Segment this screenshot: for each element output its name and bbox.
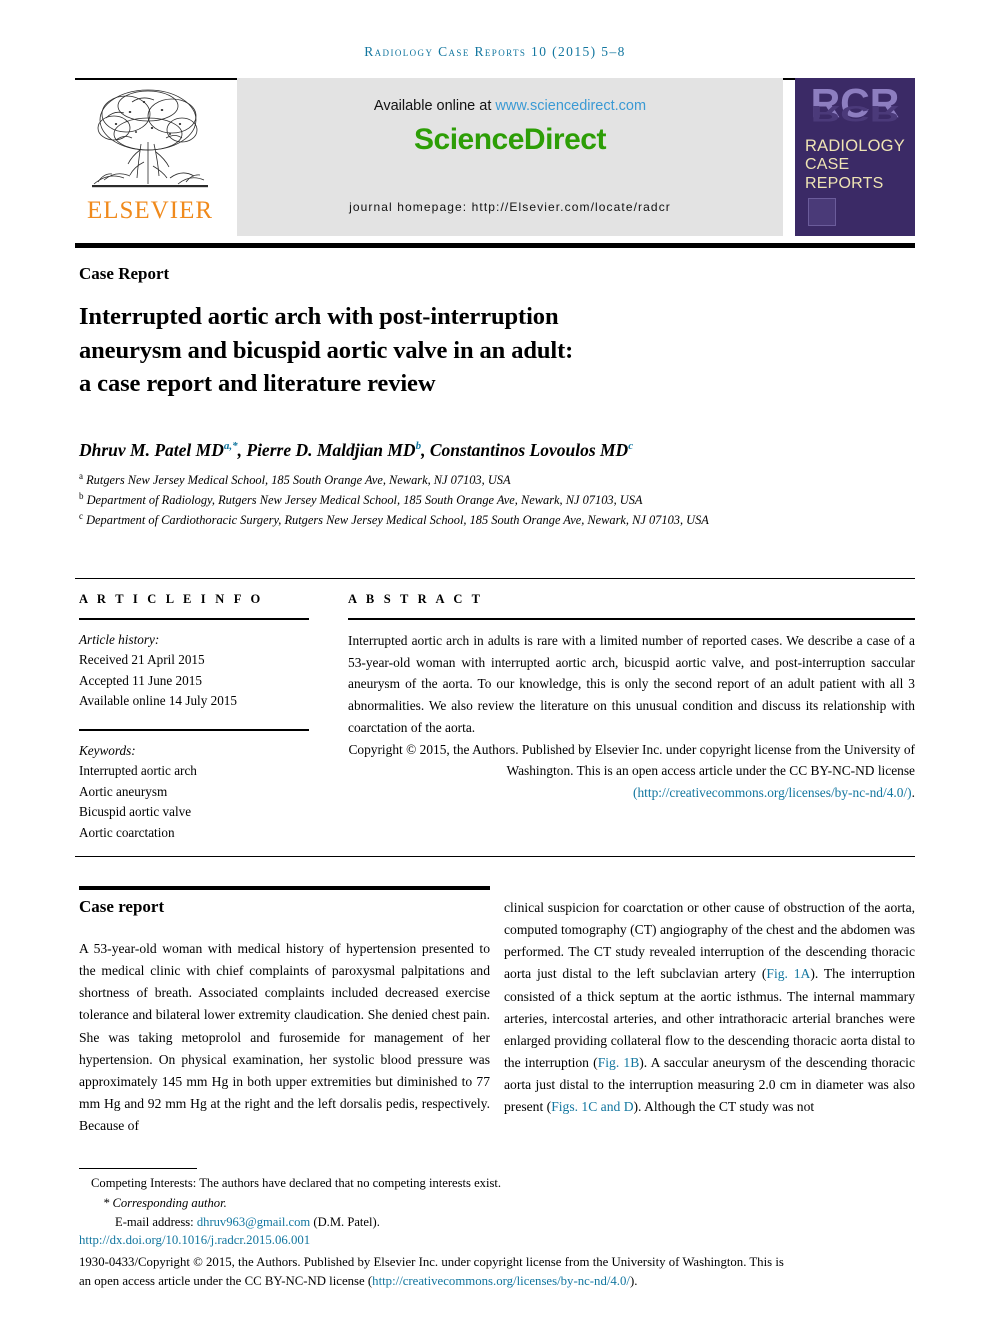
author-1: Dhruv M. Patel MDa,*	[79, 440, 238, 460]
corresponding-star-marker: *	[103, 1195, 110, 1210]
available-online-line: Available online at www.sciencedirect.co…	[374, 98, 646, 114]
body-column-left: A 53-year-old woman with medical history…	[79, 938, 490, 1137]
affiliation-b-marker: b	[79, 490, 84, 501]
abstract-copyright-period: .	[911, 784, 915, 800]
figure-ref-1a-link[interactable]: Fig. 1A	[766, 966, 810, 981]
doi-link[interactable]: http://dx.doi.org/10.1016/j.radcr.2015.0…	[79, 1233, 310, 1248]
footer-cc-license-link[interactable]: http://creativecommons.org/licenses/by-n…	[372, 1274, 630, 1288]
author-2: Pierre D. Maldjian MDb	[246, 440, 421, 460]
keyword-item: Aortic aneurysm	[79, 783, 168, 799]
author-1-affil-marker: a,	[223, 440, 233, 453]
abstract-column: A B S T R A C T Interrupted aortic arch …	[348, 592, 915, 804]
footer-copyright-line-1: 1930-0433/Copyright © 2015, the Authors.…	[79, 1255, 784, 1269]
footer-copyright-line-2-pre: an open access article under the CC BY-N…	[79, 1274, 373, 1289]
figure-ref-1cd-link[interactable]: Figs. 1C and D	[551, 1099, 633, 1114]
running-head: Radiology Case Reports 10 (2015) 5–8	[364, 44, 626, 59]
case-report-heading: Case report	[79, 897, 165, 916]
author-3: Constantinos Lovoulos MDc	[430, 440, 633, 460]
abstract-label: A B S T R A C T	[348, 592, 484, 606]
title-line-1: Interrupted aortic arch with post-interr…	[79, 303, 559, 330]
masthead-bottom-rule	[75, 243, 915, 248]
article-accepted-date: Accepted 11 June 2015	[79, 672, 202, 688]
article-type-kicker: Case Report	[79, 264, 170, 283]
affiliation-b: b Department of Radiology, Rutgers New J…	[79, 490, 839, 510]
title-line-3: a case report and literature review	[79, 370, 436, 398]
body-left-paragraph: A 53-year-old woman with medical history…	[79, 941, 490, 1134]
cover-title-line2: CASE	[805, 156, 850, 174]
article-page: Radiology Case Reports 10 (2015) 5–8 ELS…	[0, 0, 990, 1320]
affiliation-a-marker: a	[79, 471, 83, 481]
affiliation-list: a Rutgers New Jersey Medical School, 185…	[79, 470, 839, 530]
article-info-column: A R T I C L E I N F O Article history: R…	[79, 592, 309, 843]
footnote-block: Competing Interests: The authors have de…	[79, 1174, 919, 1233]
sciencedirect-url-link[interactable]: www.sciencedirect.com	[495, 98, 646, 114]
email-link[interactable]: dhruv963@gmail.com	[197, 1215, 310, 1229]
cover-title-line1: RADIOLOGY	[805, 137, 905, 155]
cover-elsevier-mark-icon	[808, 198, 836, 226]
affiliation-a: a Rutgers New Jersey Medical School, 185…	[79, 470, 839, 490]
footer-copyright-line-2: an open access article under the CC BY-N…	[79, 1272, 915, 1291]
email-note: E-mail address: dhruv963@gmail.com (D.M.…	[79, 1213, 919, 1233]
keyword-item: Bicuspid aortic valve	[79, 804, 192, 820]
sciencedirect-banner: Available online at www.sciencedirect.co…	[237, 78, 783, 236]
keyword-item: Interrupted aortic arch	[79, 763, 197, 779]
cover-title: RADIOLOGY CASE REPORTS	[805, 137, 905, 194]
cover-title-line3: REPORTS	[805, 175, 884, 193]
info-section-top-rule	[75, 578, 915, 579]
affiliation-c-marker: c	[79, 510, 83, 521]
affiliation-a-text: Rutgers New Jersey Medical School, 185 S…	[86, 473, 511, 488]
sciencedirect-wordmark: ScienceDirect	[414, 123, 606, 156]
author-3-name: Constantinos Lovoulos MD	[429, 440, 629, 460]
title-line-2: aneurysm and bicuspid aortic valve in an…	[79, 336, 574, 364]
article-info-rule	[79, 618, 309, 620]
email-suffix: (D.M. Patel).	[310, 1215, 380, 1230]
corresponding-author-text: Corresponding author.	[112, 1195, 227, 1210]
footnote-rule	[79, 1168, 197, 1169]
cc-license-link[interactable]: (http://creativecommons.org/licenses/by-…	[633, 785, 912, 800]
available-online-prefix: Available online at	[373, 98, 496, 114]
journal-homepage-line[interactable]: journal homepage: http://Elsevier.com/lo…	[237, 200, 783, 214]
elsevier-tree-icon	[92, 89, 208, 188]
abstract-copyright: Copyright © 2015, the Authors. Published…	[348, 739, 915, 804]
body-right-text-4: ). Although the CT study was not	[633, 1099, 815, 1115]
keywords-rule	[79, 728, 309, 731]
author-2-name: Pierre D. Maldjian MD	[246, 440, 416, 460]
abstract-bottom-rule	[75, 856, 915, 857]
cover-acronym-reflection: RCR	[810, 100, 900, 127]
footer-copyright: 1930-0433/Copyright © 2015, the Authors.…	[79, 1253, 915, 1291]
body-column-right: clinical suspicion for coarctation or ot…	[504, 897, 915, 1119]
abstract-rule	[348, 618, 915, 620]
elsevier-wordmark: ELSEVIER	[86, 197, 214, 224]
masthead: ELSEVIER Available online at www.science…	[75, 78, 915, 236]
competing-interests-note: Competing Interests: The authors have de…	[91, 1176, 502, 1190]
keywords-block: Keywords: Interrupted aortic arch Aortic…	[79, 741, 309, 843]
abstract-text: Interrupted aortic arch in adults is rar…	[348, 633, 915, 735]
corresponding-author-note: * Corresponding author.	[79, 1194, 919, 1214]
article-history-block: Article history: Received 21 April 2015 …	[79, 630, 309, 712]
author-1-name: Dhruv M. Patel MD	[79, 440, 224, 460]
elsevier-logo: ELSEVIER	[75, 78, 225, 236]
figure-ref-1b-link[interactable]: Fig. 1B	[598, 1055, 640, 1070]
author-sep-2: ,	[421, 440, 430, 460]
article-available-online-date: Available online 14 July 2015	[79, 693, 237, 709]
article-history-label: Article history:	[79, 632, 160, 647]
affiliation-b-text: Department of Radiology, Rutgers New Jer…	[86, 493, 643, 508]
article-received-date: Received 21 April 2015	[79, 652, 205, 668]
author-list: Dhruv M. Patel MDa,*, Pierre D. Maldjian…	[79, 440, 839, 461]
footer-copyright-line-2-post: ).	[629, 1274, 638, 1289]
keywords-label: Keywords:	[79, 742, 136, 758]
abstract-copyright-text: Copyright © 2015, the Authors. Published…	[348, 741, 915, 779]
affiliation-c: c Department of Cardiothoracic Surgery, …	[79, 510, 839, 530]
keyword-item: Aortic coarctation	[79, 824, 175, 840]
affiliation-c-text: Department of Cardiothoracic Surgery, Ru…	[86, 513, 709, 528]
case-report-heading-rule	[79, 886, 490, 890]
author-3-affil-marker: c	[628, 440, 634, 453]
journal-cover-image: RCR RCR RADIOLOGY CASE REPORTS	[795, 78, 915, 236]
article-info-label: A R T I C L E I N F O	[79, 592, 264, 606]
page-title: Interrupted aortic arch with post-interr…	[79, 300, 779, 401]
email-label: E-mail address:	[115, 1215, 197, 1230]
